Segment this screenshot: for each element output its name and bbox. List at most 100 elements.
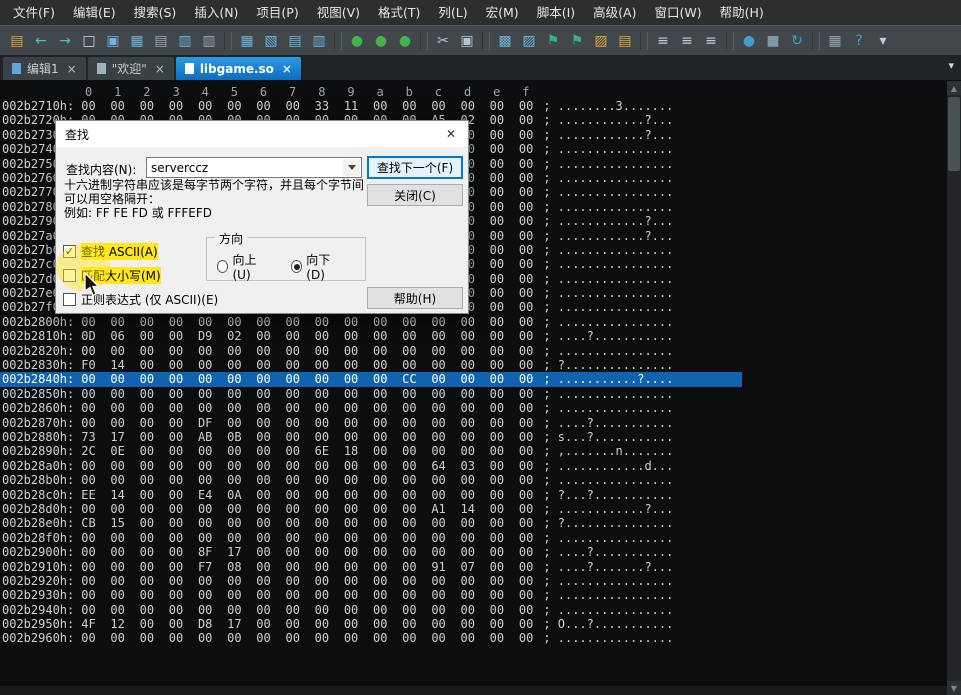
direction-up-radio[interactable] (217, 260, 228, 273)
toolbar-separator[interactable] (420, 32, 428, 50)
regex-checkbox[interactable] (63, 293, 76, 306)
cut-icon[interactable]: ✂ (432, 30, 454, 52)
menu-help[interactable]: 帮助(H) (711, 0, 773, 25)
toolbar-overflow-icon[interactable]: ▾ (872, 30, 894, 52)
scrollbar-thumb[interactable] (948, 97, 960, 171)
toolbar-separator[interactable] (812, 32, 820, 50)
toolbar-separator[interactable] (482, 32, 490, 50)
find-in-files-icon[interactable]: ▩ (494, 30, 516, 52)
tab-close-icon[interactable]: × (282, 62, 292, 76)
hex-row[interactable]: 002b2940h:00 00 00 00 00 00 00 00 00 00 … (0, 603, 742, 617)
help-icon[interactable]: ? (848, 30, 870, 52)
tab-close-icon[interactable]: × (67, 62, 77, 76)
direction-down-radio[interactable] (291, 260, 302, 273)
menu-search[interactable]: 搜索(S) (125, 0, 186, 25)
tab-welcome[interactable]: "欢迎" × (88, 57, 174, 80)
hex-row[interactable]: 002b2870h:00 00 00 00 DF 00 00 00 00 00 … (0, 416, 742, 430)
hex-row[interactable]: 002b28d0h:00 00 00 00 00 00 00 00 00 00 … (0, 502, 742, 516)
hex-row[interactable]: 002b28e0h:CB 15 00 00 00 00 00 00 00 00 … (0, 516, 742, 530)
open-file-icon[interactable]: ▣ (102, 30, 124, 52)
direction-up-option[interactable]: 向上(U) (217, 251, 269, 282)
project-folder-icon[interactable]: ▨ (590, 30, 612, 52)
close-button[interactable]: 关闭(C) (367, 184, 463, 206)
save-all-icon[interactable]: ▤ (150, 30, 172, 52)
package-icon[interactable]: ■ (762, 30, 784, 52)
hex-row[interactable]: 002b2920h:00 00 00 00 00 00 00 00 00 00 … (0, 574, 742, 588)
hex-row[interactable]: 002b2950h:4F 12 00 00 D8 17 00 00 00 00 … (0, 617, 742, 631)
menu-macro[interactable]: 宏(M) (477, 0, 528, 25)
direction-down-option[interactable]: 向下(D) (291, 251, 343, 282)
menu-format[interactable]: 格式(T) (369, 0, 429, 25)
hex-row[interactable]: 002b2800h:00 00 00 00 00 00 00 00 00 00 … (0, 315, 742, 329)
window-layout-icon[interactable]: ▦ (824, 30, 846, 52)
find-what-combobox[interactable]: serverccz (146, 157, 362, 178)
combo-dropdown-button[interactable] (343, 159, 360, 176)
hex-row[interactable]: 002b2850h:00 00 00 00 00 00 00 00 00 00 … (0, 387, 742, 401)
paste-icon[interactable]: ▤ (6, 30, 28, 52)
column-mode-icon[interactable]: ▤ (284, 30, 306, 52)
menu-script[interactable]: 脚本(I) (528, 0, 584, 25)
menu-advanced[interactable]: 高级(A) (584, 0, 645, 25)
hex-row[interactable]: 002b28b0h:00 00 00 00 00 00 00 00 00 00 … (0, 473, 742, 487)
menu-project[interactable]: 项目(P) (247, 0, 307, 25)
save-icon[interactable]: ▦ (126, 30, 148, 52)
tab-libgame[interactable]: libgame.so × (176, 57, 301, 80)
find-ascii-checkbox[interactable]: ✓ (63, 245, 76, 258)
encoding-utf16-icon[interactable]: ● (370, 30, 392, 52)
menu-edit[interactable]: 编辑(E) (64, 0, 125, 25)
menu-window[interactable]: 窗口(W) (645, 0, 710, 25)
print-preview-icon[interactable]: ▥ (198, 30, 220, 52)
new-file-icon[interactable]: □ (78, 30, 100, 52)
hex-row[interactable]: 002b28c0h:EE 14 00 00 E4 0A 00 00 00 00 … (0, 488, 742, 502)
web-icon[interactable]: ● (738, 30, 760, 52)
tab-close-icon[interactable]: × (155, 62, 165, 76)
scroll-down-icon[interactable]: ▼ (947, 681, 961, 695)
vertical-scrollbar[interactable]: ▲ ▼ (947, 81, 961, 695)
menu-file[interactable]: 文件(F) (4, 0, 64, 25)
forward-icon[interactable]: → (54, 30, 76, 52)
table-edit-icon[interactable]: ▧ (260, 30, 282, 52)
view-list-icon[interactable]: ≡ (700, 30, 722, 52)
open-folder-icon[interactable]: ▤ (614, 30, 636, 52)
horizontal-scrollbar[interactable] (0, 686, 947, 695)
toolbar-separator[interactable] (640, 32, 648, 50)
copy-icon[interactable]: ▣ (456, 30, 478, 52)
macro-list-icon[interactable]: ≡ (652, 30, 674, 52)
bookmark-next-icon[interactable]: ⚑ (566, 30, 588, 52)
encoding-utf8-icon[interactable]: ● (346, 30, 368, 52)
print-icon[interactable]: ▥ (174, 30, 196, 52)
hex-row[interactable]: 002b2710h:00 00 00 00 00 00 00 00 33 11 … (0, 99, 742, 113)
grid-icon[interactable]: ▥ (308, 30, 330, 52)
replace-in-files-icon[interactable]: ▨ (518, 30, 540, 52)
encoding-ascii-icon[interactable]: ● (394, 30, 416, 52)
hex-row[interactable]: 002b2810h:0D 06 00 00 D9 02 00 00 00 00 … (0, 329, 742, 343)
find-dialog-titlebar[interactable]: 查找 (56, 121, 468, 147)
menu-column[interactable]: 列(L) (429, 0, 476, 25)
hex-row[interactable]: 002b28a0h:00 00 00 00 00 00 00 00 00 00 … (0, 459, 742, 473)
bookmark-icon[interactable]: ⚑ (542, 30, 564, 52)
toolbar-separator[interactable] (726, 32, 734, 50)
toolbar-separator[interactable] (224, 32, 232, 50)
hex-row[interactable]: 002b2840h:00 00 00 00 00 00 00 00 00 00 … (0, 372, 742, 386)
scroll-up-icon[interactable]: ▲ (947, 81, 961, 95)
find-next-button[interactable]: 查找下一个(F) (367, 156, 463, 179)
refresh-icon[interactable]: ↻ (786, 30, 808, 52)
back-icon[interactable]: ← (30, 30, 52, 52)
hex-row[interactable]: 002b2960h:00 00 00 00 00 00 00 00 00 00 … (0, 631, 742, 645)
hex-row[interactable]: 002b28f0h:00 00 00 00 00 00 00 00 00 00 … (0, 531, 742, 545)
hex-row[interactable]: 002b2910h:00 00 00 00 F7 08 00 00 00 00 … (0, 560, 742, 574)
hex-row[interactable]: 002b2930h:00 00 00 00 00 00 00 00 00 00 … (0, 588, 742, 602)
hex-row[interactable]: 002b2900h:00 00 00 00 8F 17 00 00 00 00 … (0, 545, 742, 559)
script-list-icon[interactable]: ≡ (676, 30, 698, 52)
hex-row[interactable]: 002b2880h:73 17 00 00 AB 0B 00 00 00 00 … (0, 430, 742, 444)
menu-view[interactable]: 视图(V) (308, 0, 369, 25)
hex-row[interactable]: 002b2860h:00 00 00 00 00 00 00 00 00 00 … (0, 401, 742, 415)
help-button[interactable]: 帮助(H) (367, 287, 463, 309)
dialog-close-icon[interactable]: ✕ (434, 121, 468, 147)
match-case-checkbox[interactable] (63, 269, 76, 282)
hex-row[interactable]: 002b2820h:00 00 00 00 00 00 00 00 00 00 … (0, 344, 742, 358)
menu-insert[interactable]: 插入(N) (185, 0, 247, 25)
tab-edit1[interactable]: 编辑1 × (3, 57, 86, 80)
table-icon[interactable]: ▦ (236, 30, 258, 52)
hex-row[interactable]: 002b2830h:F0 14 00 00 00 00 00 00 00 00 … (0, 358, 742, 372)
